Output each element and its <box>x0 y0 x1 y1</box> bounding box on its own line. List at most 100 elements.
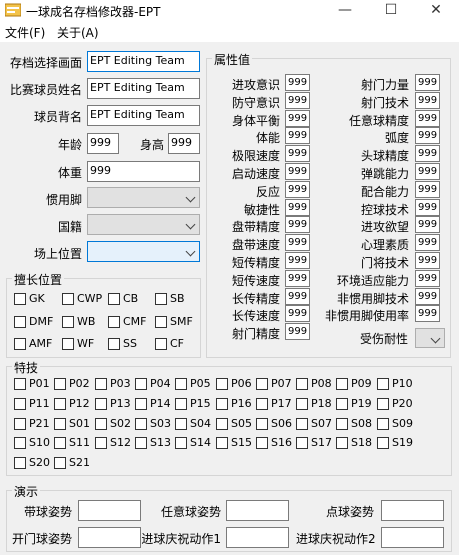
attr-field-9[interactable]: 999 <box>285 234 310 251</box>
skill-checkbox-p07[interactable]: P07 <box>256 377 292 390</box>
skill-checkbox-p21[interactable]: P21 <box>14 417 50 430</box>
foot-dropdown[interactable] <box>87 187 200 208</box>
skill-checkbox-p01[interactable]: P01 <box>14 377 50 390</box>
skill-checkbox-s17[interactable]: S17 <box>296 436 332 449</box>
attr-field-5[interactable]: 999 <box>285 163 310 180</box>
menu-file[interactable]: 文件(F) <box>5 24 45 41</box>
demo-field-0[interactable] <box>78 500 141 521</box>
attr-field-r-12[interactable]: 999 <box>415 288 440 305</box>
attr-field-r-2[interactable]: 999 <box>415 110 440 127</box>
demo-field-1[interactable] <box>226 500 289 521</box>
position-checkbox-cf[interactable]: CF <box>155 337 184 350</box>
injury-dropdown[interactable] <box>415 328 445 348</box>
maximize-button[interactable]: ☐ <box>368 0 414 22</box>
skill-checkbox-s01[interactable]: S01 <box>54 417 90 430</box>
skill-checkbox-s21[interactable]: S21 <box>54 456 90 469</box>
attr-field-r-1[interactable]: 999 <box>415 92 440 109</box>
skill-checkbox-s16[interactable]: S16 <box>256 436 292 449</box>
position-checkbox-amf[interactable]: AMF <box>14 337 52 350</box>
skill-checkbox-s11[interactable]: S11 <box>54 436 90 449</box>
skill-checkbox-s06[interactable]: S06 <box>256 417 292 430</box>
skill-checkbox-s18[interactable]: S18 <box>336 436 372 449</box>
skill-checkbox-p06[interactable]: P06 <box>216 377 252 390</box>
position-checkbox-cb[interactable]: CB <box>108 292 138 305</box>
skill-checkbox-p05[interactable]: P05 <box>175 377 211 390</box>
attr-field-r-9[interactable]: 999 <box>415 234 440 251</box>
attr-field-14[interactable]: 999 <box>285 323 310 340</box>
nationality-dropdown[interactable] <box>87 214 200 235</box>
weight-field[interactable]: 999 <box>87 161 200 182</box>
skill-checkbox-s04[interactable]: S04 <box>175 417 211 430</box>
attr-field-8[interactable]: 999 <box>285 216 310 233</box>
demo-field-2[interactable] <box>381 500 444 521</box>
skill-checkbox-s09[interactable]: S09 <box>377 417 413 430</box>
position-checkbox-ss[interactable]: SS <box>108 337 137 350</box>
demo-field-5[interactable] <box>381 527 444 548</box>
skill-checkbox-p19[interactable]: P19 <box>336 397 372 410</box>
attr-field-2[interactable]: 999 <box>285 110 310 127</box>
attr-field-r-0[interactable]: 999 <box>415 74 440 91</box>
skill-checkbox-s08[interactable]: S08 <box>336 417 372 430</box>
attr-field-r-11[interactable]: 999 <box>415 270 440 287</box>
skill-checkbox-p12[interactable]: P12 <box>54 397 90 410</box>
attr-field-r-4[interactable]: 999 <box>415 145 440 162</box>
position-checkbox-dmf[interactable]: DMF <box>14 315 53 328</box>
skill-checkbox-s12[interactable]: S12 <box>95 436 131 449</box>
skill-checkbox-s07[interactable]: S07 <box>296 417 332 430</box>
skill-checkbox-s10[interactable]: S10 <box>14 436 50 449</box>
position-checkbox-gk[interactable]: GK <box>14 292 45 305</box>
position-checkbox-cwp[interactable]: CWP <box>62 292 102 305</box>
attr-field-4[interactable]: 999 <box>285 145 310 162</box>
position-checkbox-smf[interactable]: SMF <box>155 315 193 328</box>
attr-field-6[interactable]: 999 <box>285 181 310 198</box>
skill-checkbox-p10[interactable]: P10 <box>377 377 413 390</box>
skill-checkbox-s14[interactable]: S14 <box>175 436 211 449</box>
attr-field-r-6[interactable]: 999 <box>415 181 440 198</box>
attr-field-1[interactable]: 999 <box>285 92 310 109</box>
skill-checkbox-p03[interactable]: P03 <box>95 377 131 390</box>
attr-field-r-10[interactable]: 999 <box>415 252 440 269</box>
attr-field-3[interactable]: 999 <box>285 127 310 144</box>
skill-checkbox-p15[interactable]: P15 <box>175 397 211 410</box>
attr-field-r-7[interactable]: 999 <box>415 199 440 216</box>
height-field[interactable]: 999 <box>168 133 200 154</box>
demo-field-4[interactable] <box>226 527 289 548</box>
attr-field-r-8[interactable]: 999 <box>415 216 440 233</box>
skill-checkbox-p13[interactable]: P13 <box>95 397 131 410</box>
skill-checkbox-p09[interactable]: P09 <box>336 377 372 390</box>
skill-checkbox-s15[interactable]: S15 <box>216 436 252 449</box>
skill-checkbox-p04[interactable]: P04 <box>135 377 171 390</box>
back-name-field[interactable]: EPT Editing Team <box>87 105 200 126</box>
skill-checkbox-s20[interactable]: S20 <box>14 456 50 469</box>
skill-checkbox-p17[interactable]: P17 <box>256 397 292 410</box>
attr-field-11[interactable]: 999 <box>285 270 310 287</box>
player-name-field[interactable]: EPT Editing Team <box>87 78 200 99</box>
minimize-button[interactable]: — <box>322 0 368 22</box>
attr-field-12[interactable]: 999 <box>285 288 310 305</box>
skill-checkbox-p08[interactable]: P08 <box>296 377 332 390</box>
attr-field-r-13[interactable]: 999 <box>415 305 440 322</box>
skill-checkbox-p16[interactable]: P16 <box>216 397 252 410</box>
position-dropdown[interactable] <box>87 241 200 262</box>
menu-about[interactable]: 关于(A) <box>57 24 99 41</box>
skill-checkbox-s13[interactable]: S13 <box>135 436 171 449</box>
age-field[interactable]: 999 <box>87 133 119 154</box>
skill-checkbox-p18[interactable]: P18 <box>296 397 332 410</box>
save-screen-field[interactable]: EPT Editing Team <box>87 51 200 72</box>
attr-field-10[interactable]: 999 <box>285 252 310 269</box>
attr-field-7[interactable]: 999 <box>285 199 310 216</box>
skill-checkbox-p02[interactable]: P02 <box>54 377 90 390</box>
skill-checkbox-p20[interactable]: P20 <box>377 397 413 410</box>
skill-checkbox-p11[interactable]: P11 <box>14 397 50 410</box>
close-button[interactable]: ✕ <box>413 0 459 22</box>
position-checkbox-sb[interactable]: SB <box>155 292 185 305</box>
attr-field-r-3[interactable]: 999 <box>415 127 440 144</box>
position-checkbox-cmf[interactable]: CMF <box>108 315 147 328</box>
skill-checkbox-s02[interactable]: S02 <box>95 417 131 430</box>
demo-field-3[interactable] <box>78 527 141 548</box>
attr-field-r-5[interactable]: 999 <box>415 163 440 180</box>
skill-checkbox-s19[interactable]: S19 <box>377 436 413 449</box>
skill-checkbox-s05[interactable]: S05 <box>216 417 252 430</box>
position-checkbox-wb[interactable]: WB <box>62 315 95 328</box>
skill-checkbox-s03[interactable]: S03 <box>135 417 171 430</box>
